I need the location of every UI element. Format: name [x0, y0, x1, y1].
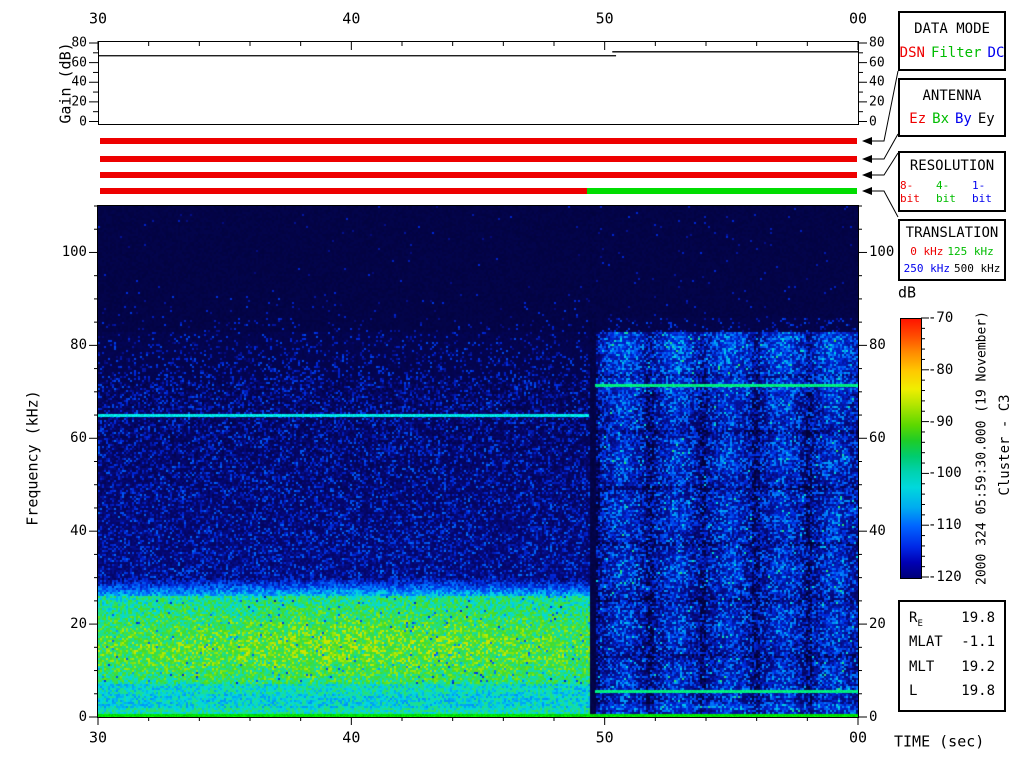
- bottom-time-tick-label: 40: [342, 731, 360, 746]
- gain-ytick-label-right: 0: [869, 115, 877, 128]
- colorbar-title: dB: [898, 286, 916, 301]
- colorbar-tick-label: -100: [928, 466, 962, 480]
- bottom-time-tick-label: 00: [849, 731, 867, 746]
- legend-connector-line: [871, 134, 898, 159]
- legend-connector-line: [871, 153, 898, 175]
- freq-ytick-label-left: 0: [79, 710, 87, 724]
- bottom-time-tick-label: 30: [89, 731, 107, 746]
- ephemeris-value: 19.8: [961, 683, 995, 702]
- translation-box: TRANSLATION 0 kHz 125 kHz 250 kHz 500 kHz: [898, 219, 1006, 281]
- wbd-spectrogram-page: { "colors": { "red": "#ee0000", "green":…: [0, 0, 1024, 768]
- translation-items-row2: 250 kHz 500 kHz: [904, 262, 1001, 275]
- legend-item-1-bit: 1-bit: [972, 179, 1004, 205]
- gain-ytick-label-left: 40: [71, 76, 87, 89]
- legend-item-0-khz: 0 kHz: [910, 245, 943, 258]
- ephemeris-value: -1.1: [961, 634, 995, 653]
- resolution-bar: [100, 172, 857, 178]
- gain-ytick-label-right: 80: [869, 37, 885, 50]
- resolution-box: RESOLUTION 8-bit4-bit1-bit: [898, 151, 1006, 212]
- resolution-title: RESOLUTION: [910, 158, 994, 174]
- gain-plot-frame: [99, 42, 859, 125]
- antenna-bar: [100, 156, 857, 162]
- legend-item-8-bit: 8-bit: [900, 179, 932, 205]
- freq-ytick-label-right: 80: [869, 338, 886, 352]
- antenna-title: ANTENNA: [922, 88, 981, 104]
- legend-item-250-khz: 250 kHz: [904, 262, 950, 275]
- ephemeris-value: 19.8: [961, 610, 995, 629]
- time-axis-title: TIME (sec): [894, 735, 984, 750]
- freq-ytick-label-right: 60: [869, 431, 886, 445]
- freq-ytick-label-left: 80: [70, 338, 87, 352]
- translation-items-row1: 0 kHz 125 kHz: [910, 245, 993, 258]
- legend-item-dsn: DSN: [900, 45, 925, 61]
- legend-connector-arrowhead: [862, 171, 872, 179]
- freq-ytick-label-left: 100: [62, 245, 87, 259]
- colorbar-tick-label: -90: [928, 415, 953, 429]
- freq-ytick-label-right: 40: [869, 524, 886, 538]
- colorbar-tick-label: -110: [928, 518, 962, 532]
- spacecraft-label: Cluster - C3: [998, 394, 1012, 495]
- bottom-time-tick-label: 50: [596, 731, 614, 746]
- legend-connector-arrowhead: [862, 137, 872, 145]
- gain-ytick-label-right: 20: [869, 95, 885, 108]
- spectrogram-image: [98, 206, 858, 717]
- ephemeris-label: RE: [909, 610, 923, 629]
- gain-ytick-label-right: 40: [869, 76, 885, 89]
- gain-ytick-label-left: 60: [71, 56, 87, 69]
- timestamp-label: 2000 324 05:59:30.000 (19 November): [976, 311, 989, 585]
- legend-item-by: By: [955, 111, 972, 127]
- data-mode-box: DATA MODE DSN Filter DC: [898, 11, 1006, 71]
- colorbar-tick-label: -120: [928, 570, 962, 584]
- legend-item-bx: Bx: [932, 111, 949, 127]
- legend-connector-arrowhead: [862, 187, 872, 195]
- ephemeris-row-l: L 19.8: [909, 683, 995, 702]
- ephemeris-label: MLT: [909, 659, 934, 678]
- legend-connector-arrowhead: [862, 155, 872, 163]
- freq-ytick-label-right: 0: [869, 710, 877, 724]
- legend-item-500-khz: 500 kHz: [954, 262, 1000, 275]
- legend-item-ey: Ey: [978, 111, 995, 127]
- gain-ytick-label-left: 80: [71, 37, 87, 50]
- colorbar-tick-label: -70: [928, 311, 953, 325]
- freq-ytick-label-left: 20: [70, 617, 87, 631]
- gain-ytick-label-left: 20: [71, 95, 87, 108]
- ephemeris-row-re: RE 19.8: [909, 610, 995, 629]
- colorbar: [900, 318, 922, 579]
- legend-item-4-bit: 4-bit: [936, 179, 968, 205]
- top-time-tick-label: 30: [89, 12, 107, 27]
- resolution-items: 8-bit4-bit1-bit: [900, 179, 1004, 205]
- ephemeris-row-mlt: MLT 19.2: [909, 659, 995, 678]
- gain-ytick-label-right: 60: [869, 56, 885, 69]
- top-time-tick-label: 50: [596, 12, 614, 27]
- freq-ytick-label-left: 40: [70, 524, 87, 538]
- translation-title: TRANSLATION: [906, 225, 999, 241]
- legend-item-125-khz: 125 kHz: [947, 245, 993, 258]
- data-mode-bar: [100, 138, 857, 144]
- ephemeris-row-mlat: MLAT -1.1: [909, 634, 995, 653]
- translation-bar: [100, 188, 587, 194]
- colorbar-tick-label: -80: [928, 363, 953, 377]
- freq-ytick-label-left: 60: [70, 431, 87, 445]
- top-time-tick-label: 00: [849, 12, 867, 27]
- ephemeris-box: RE 19.8 MLAT -1.1 MLT 19.2 L 19.8: [898, 600, 1006, 712]
- freq-ytick-label-right: 20: [869, 617, 886, 631]
- antenna-box: ANTENNA Ez Bx By Ey: [898, 78, 1006, 137]
- ephemeris-label: MLAT: [909, 634, 943, 653]
- antenna-items: Ez Bx By Ey: [909, 111, 994, 127]
- frequency-axis-title: Frequency (kHz): [26, 390, 41, 525]
- ephemeris-value: 19.2: [961, 659, 995, 678]
- data-mode-items: DSN Filter DC: [900, 45, 1005, 61]
- data-mode-title: DATA MODE: [914, 21, 990, 37]
- ephemeris-label: L: [909, 683, 917, 702]
- freq-ytick-label-right: 100: [869, 245, 894, 259]
- legend-connector-line: [871, 191, 898, 217]
- legend-item-dc: DC: [988, 45, 1005, 61]
- top-time-tick-label: 40: [342, 12, 360, 27]
- legend-item-filter: Filter: [931, 45, 982, 61]
- translation-bar: [587, 188, 857, 194]
- gain-ytick-label-left: 0: [79, 115, 87, 128]
- legend-item-ez: Ez: [909, 111, 926, 127]
